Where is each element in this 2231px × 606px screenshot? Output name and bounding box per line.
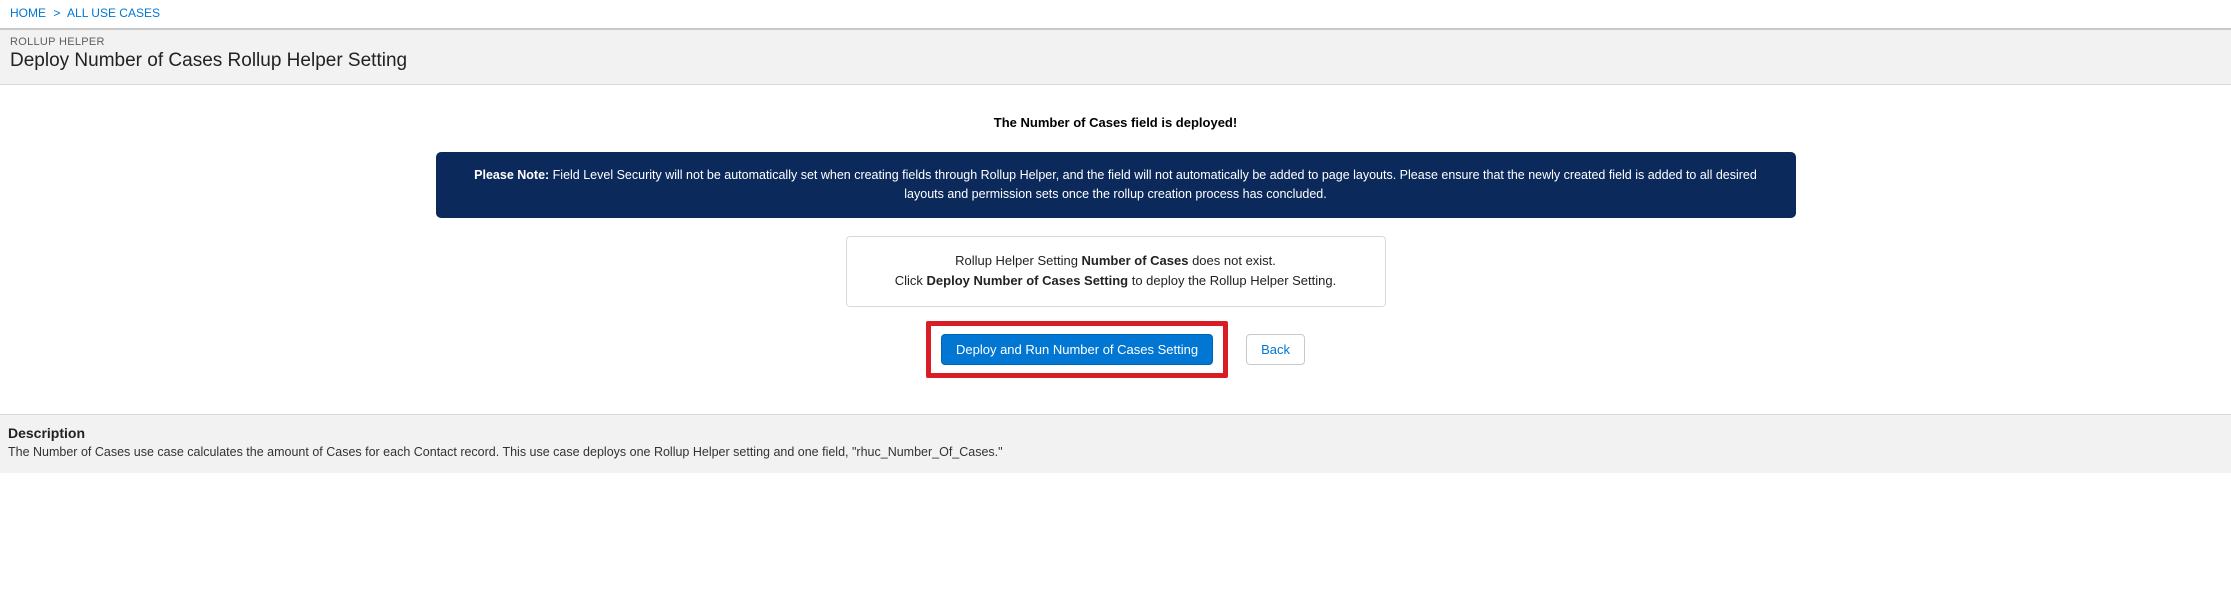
breadcrumb-sep: > [49,6,64,20]
info-bold-2: Deploy Number of Cases Setting [927,273,1129,288]
description-body: The Number of Cases use case calculates … [8,445,2223,459]
breadcrumb-all-use-cases[interactable]: ALL USE CASES [67,6,160,20]
page-title: Deploy Number of Cases Rollup Helper Set… [10,50,2221,72]
page-header: ROLLUP HELPER Deploy Number of Cases Rol… [0,28,2231,85]
info-line-2: Click Deploy Number of Cases Setting to … [865,271,1367,292]
info-bold-1: Number of Cases [1082,253,1189,268]
status-message: The Number of Cases field is deployed! [10,115,2221,130]
info-post-2: to deploy the Rollup Helper Setting. [1128,273,1336,288]
breadcrumb-home[interactable]: HOME [10,6,46,20]
main-content: The Number of Cases field is deployed! P… [0,85,2231,388]
info-pre-2: Click [895,273,927,288]
info-line-1: Rollup Helper Setting Number of Cases do… [865,251,1367,272]
highlight-frame: Deploy and Run Number of Cases Setting [926,321,1228,378]
action-row: Deploy and Run Number of Cases Setting B… [10,321,2221,378]
note-body: Field Level Security will not be automat… [549,168,1757,201]
info-pre-1: Rollup Helper Setting [955,253,1081,268]
deploy-button[interactable]: Deploy and Run Number of Cases Setting [941,334,1213,365]
field-security-note: Please Note: Field Level Security will n… [436,152,1796,218]
breadcrumb: HOME > ALL USE CASES [0,0,2231,28]
note-label: Please Note: [474,168,549,182]
back-button[interactable]: Back [1246,334,1305,365]
header-eyebrow: ROLLUP HELPER [10,36,2221,48]
description-heading: Description [8,425,2223,441]
setting-status-card: Rollup Helper Setting Number of Cases do… [846,236,1386,308]
info-post-1: does not exist. [1188,253,1275,268]
description-section: Description The Number of Cases use case… [0,414,2231,473]
